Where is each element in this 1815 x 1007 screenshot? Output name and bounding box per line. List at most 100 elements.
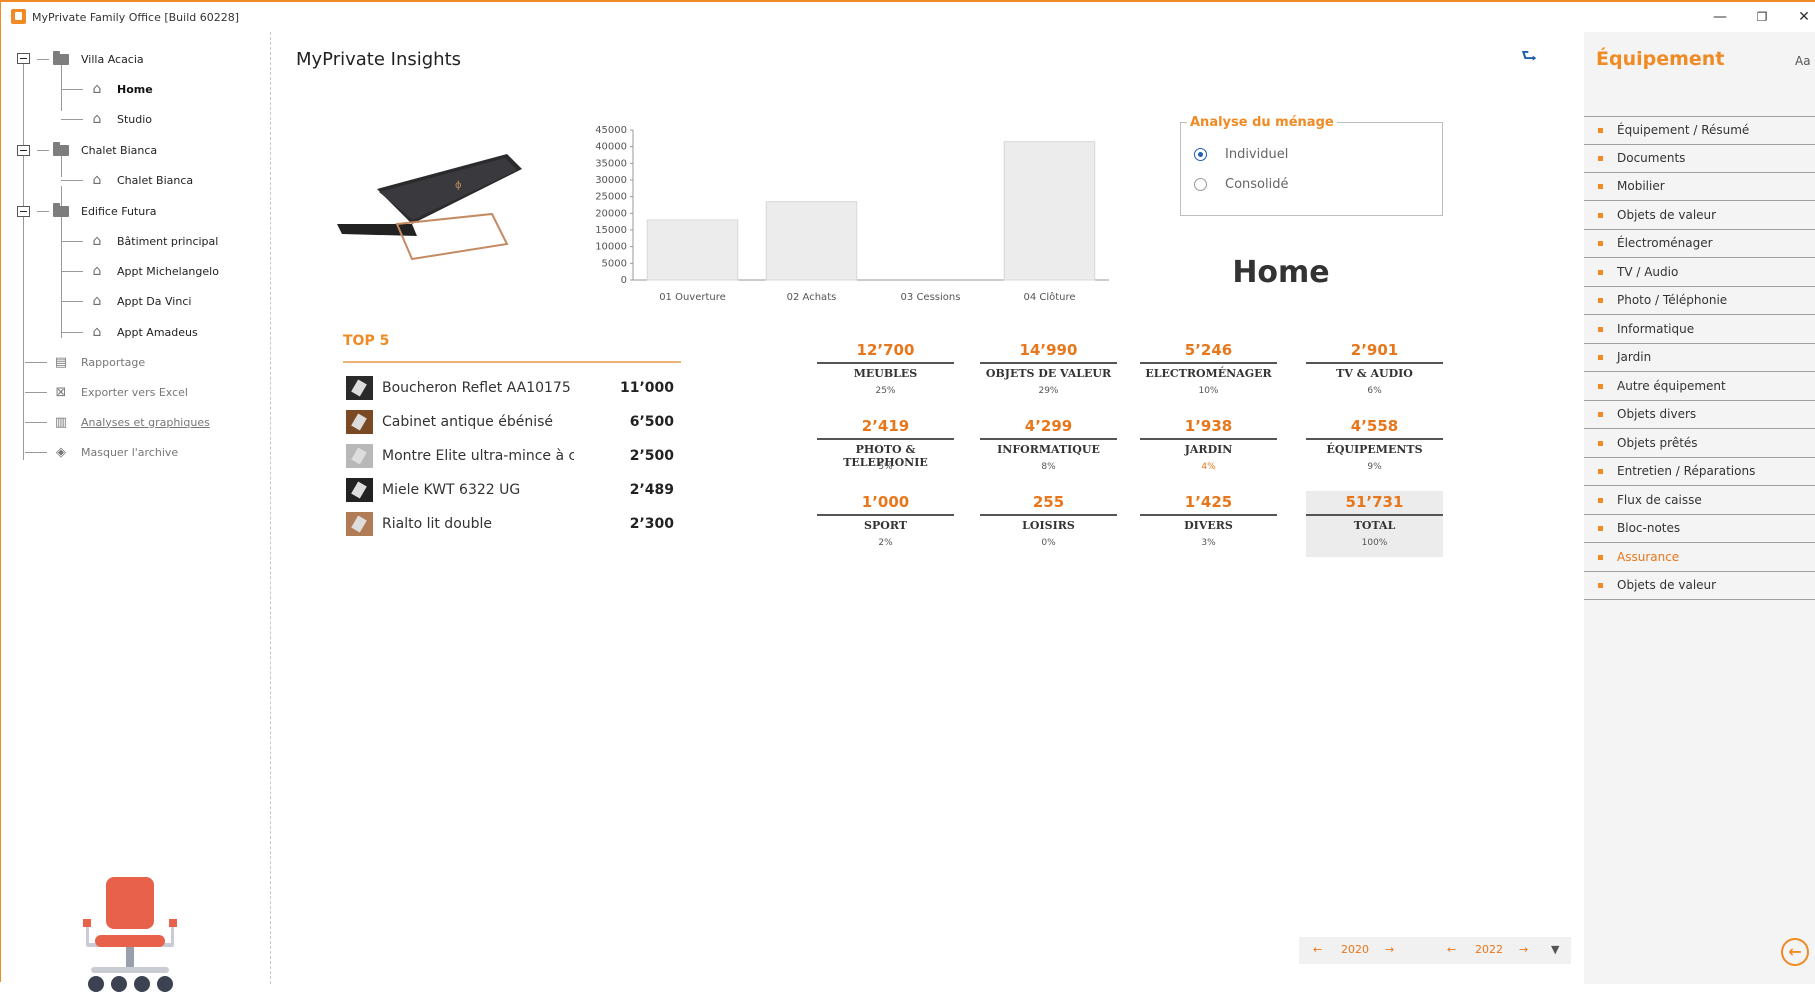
panel-item-entretien-reparations[interactable]: Entretien / Réparations bbox=[1584, 458, 1815, 486]
house-icon: ⌂ bbox=[92, 111, 102, 127]
action-label: Exporter vers Excel bbox=[81, 385, 188, 399]
kpi-percent: 100% bbox=[1361, 538, 1388, 548]
item-thumbnail bbox=[346, 444, 373, 468]
app-logo-icon bbox=[11, 9, 26, 24]
kpi-informatique[interactable]: 4’299 INFORMATIQUE 8% bbox=[980, 417, 1117, 472]
kpi-divers[interactable]: 1’425 DIVERS 3% bbox=[1140, 493, 1277, 548]
y-tick-label: 30000 bbox=[595, 175, 627, 186]
consolide-radio[interactable]: Consolidé bbox=[1194, 177, 1288, 192]
tree-item-batiment-principal[interactable]: ⌂ Bâtiment principal bbox=[61, 230, 218, 252]
tree-item-appt-amadeus[interactable]: ⌂ Appt Amadeus bbox=[61, 321, 198, 343]
panel-item-objets-de-valeur[interactable]: Objets de valeur bbox=[1584, 202, 1815, 230]
tree-item-studio[interactable]: ⌂ Studio bbox=[61, 108, 152, 130]
kpi-total[interactable]: 51’731 TOTAL 100% bbox=[1306, 491, 1443, 557]
top5-row[interactable]: Miele KWT 6322 UG 2’489 bbox=[346, 475, 676, 505]
kpi-value: 255 bbox=[1032, 493, 1065, 511]
x-tick-label: 01 Ouverture bbox=[659, 292, 726, 303]
tree-group-label: Edifice Futura bbox=[81, 204, 157, 218]
panel-item-bloc-notes[interactable]: Bloc-notes bbox=[1584, 515, 1815, 543]
rapportage-action[interactable]: ▤ Rapportage bbox=[25, 351, 145, 373]
kpi-objets-de-valeur[interactable]: 14’990 OBJETS DE VALEUR 29% bbox=[980, 341, 1117, 396]
y-tick-label: 45000 bbox=[595, 125, 627, 136]
panel-item-mobilier[interactable]: Mobilier bbox=[1584, 173, 1815, 201]
font-size-toggle[interactable]: Aa bbox=[1795, 54, 1811, 68]
top5-item-value: 6’500 bbox=[629, 414, 674, 430]
individuel-radio[interactable]: Individuel bbox=[1194, 147, 1288, 162]
kpi-label: PHOTO & TELEPHONIE bbox=[843, 443, 928, 469]
x-tick-label: 04 Clôture bbox=[1023, 291, 1075, 303]
kpi-percent: 10% bbox=[1198, 386, 1219, 396]
top5-underline bbox=[343, 361, 681, 363]
tree-item-appt-da-vinci[interactable]: ⌂ Appt Da Vinci bbox=[61, 290, 191, 312]
kpi-percent: 0% bbox=[1041, 538, 1056, 548]
action-label: Analyses et graphiques bbox=[81, 415, 210, 429]
close-button[interactable]: ✕ bbox=[1789, 6, 1815, 28]
prev-year-to-arrow-icon[interactable]: ← bbox=[1447, 943, 1456, 956]
analyses-graphiques-action[interactable]: ▥ Analyses et graphiques bbox=[25, 411, 210, 433]
prev-year-from-arrow-icon[interactable]: ← bbox=[1313, 943, 1322, 956]
eraser-icon: ◈ bbox=[56, 444, 66, 460]
panel-item-electromenager[interactable]: Électroménager bbox=[1584, 230, 1815, 258]
kpi-value: 5’246 bbox=[1184, 341, 1233, 359]
kpi-meubles[interactable]: 12’700 MEUBLES 25% bbox=[817, 341, 954, 396]
top5-row[interactable]: Cabinet antique ébénisé 6’500 bbox=[346, 407, 676, 437]
tree-item-label: Bâtiment principal bbox=[117, 234, 219, 248]
panel-item-documents[interactable]: Documents bbox=[1584, 145, 1815, 173]
top5-row[interactable]: Rialto lit double 2’300 bbox=[346, 509, 676, 539]
top5-title: TOP 5 bbox=[343, 333, 390, 349]
tree-group-villa-acacia[interactable]: Villa Acacia bbox=[37, 48, 144, 70]
back-arrow-icon[interactable]: ← bbox=[1781, 938, 1809, 966]
panel-item-flux-de-caisse[interactable]: Flux de caisse bbox=[1584, 487, 1815, 515]
panel-item-equipement-resume[interactable]: Équipement / Résumé bbox=[1584, 117, 1815, 145]
kpi-value: 14’990 bbox=[1019, 341, 1078, 359]
top5-item-name: Rialto lit double bbox=[382, 516, 493, 532]
collapse-edifice-futura-toggle[interactable] bbox=[17, 206, 30, 217]
export-excel-action[interactable]: ⊠ Exporter vers Excel bbox=[25, 381, 188, 403]
kpi-label: TOTAL bbox=[1353, 519, 1396, 532]
minimize-button[interactable]: — bbox=[1705, 6, 1735, 28]
top5-row[interactable]: Boucheron Reflet AA10175 11’000 bbox=[346, 373, 676, 403]
panel-item-autre-equipement[interactable]: Autre équipement bbox=[1584, 373, 1815, 401]
panel-item-photo-telephonie[interactable]: Photo / Téléphonie bbox=[1584, 287, 1815, 315]
top5-row[interactable]: Montre Elite ultra-mince à ca 2’500 bbox=[346, 441, 676, 471]
filter-icon[interactable]: ▼ bbox=[1551, 943, 1559, 956]
kpi-loisirs[interactable]: 255 LOISIRS 0% bbox=[980, 493, 1117, 548]
tree-group-chalet-bianca[interactable]: Chalet Bianca bbox=[37, 139, 157, 161]
kpi-sport[interactable]: 1’000 SPORT 2% bbox=[817, 493, 954, 548]
house-icon: ⌂ bbox=[92, 263, 102, 279]
panel-item-informatique[interactable]: Informatique bbox=[1584, 316, 1815, 344]
restore-button[interactable]: ❐ bbox=[1747, 6, 1777, 28]
panel-item-assurance[interactable]: Assurance bbox=[1584, 544, 1815, 572]
tree-item-label: Appt Da Vinci bbox=[117, 294, 192, 308]
top5-item-value: 2’500 bbox=[629, 448, 674, 464]
tree-group-label: Villa Acacia bbox=[81, 52, 144, 66]
collapse-villa-acacia-toggle[interactable] bbox=[17, 53, 30, 64]
kpi-equipements[interactable]: 4’558 ÉQUIPEMENTS 9% bbox=[1306, 417, 1443, 472]
folder-icon bbox=[53, 50, 69, 66]
kpi-photo-telephonie[interactable]: 2’419 PHOTO & TELEPHONIE 5% bbox=[817, 417, 954, 472]
redirect-arrow-icon[interactable]: ⮑ bbox=[1521, 44, 1537, 74]
kpi-label: SPORT bbox=[864, 519, 907, 532]
next-year-to-arrow-icon[interactable]: → bbox=[1519, 943, 1528, 956]
kpi-jardin[interactable]: 1’938 JARDIN 4% bbox=[1140, 417, 1277, 472]
collapse-chalet-bianca-toggle[interactable] bbox=[17, 145, 30, 156]
kpi-electromenager[interactable]: 5’246 ELECTROMÉNAGER 10% bbox=[1140, 341, 1277, 396]
tree-item-label: Appt Michelangelo bbox=[117, 264, 219, 278]
tree-item-home[interactable]: ⌂ Home bbox=[61, 78, 153, 100]
panel-item-tv-audio[interactable]: TV / Audio bbox=[1584, 259, 1815, 287]
y-tick-label: 20000 bbox=[595, 208, 627, 219]
panel-item-objets-de-valeur-2[interactable]: Objets de valeur bbox=[1584, 572, 1815, 600]
tree-item-appt-michelangelo[interactable]: ⌂ Appt Michelangelo bbox=[61, 260, 219, 282]
x-tick-label: 02 Achats bbox=[787, 292, 837, 303]
kpi-tv-audio[interactable]: 2’901 TV & AUDIO 6% bbox=[1306, 341, 1443, 396]
masquer-archive-action[interactable]: ◈ Masquer l'archive bbox=[25, 441, 178, 463]
window-title: MyPrivate Family Office [Build 60228] bbox=[32, 11, 240, 24]
top5-item-value: 2’300 bbox=[629, 516, 674, 532]
tree-group-label: Chalet Bianca bbox=[81, 143, 158, 157]
tree-group-edifice-futura[interactable]: Edifice Futura bbox=[37, 200, 156, 222]
panel-item-objets-pretes[interactable]: Objets prêtés bbox=[1584, 430, 1815, 458]
next-year-from-arrow-icon[interactable]: → bbox=[1385, 943, 1394, 956]
panel-item-objets-divers[interactable]: Objets divers bbox=[1584, 401, 1815, 429]
panel-item-jardin[interactable]: Jardin bbox=[1584, 344, 1815, 372]
tree-item-chalet-bianca[interactable]: ⌂ Chalet Bianca bbox=[61, 169, 193, 191]
